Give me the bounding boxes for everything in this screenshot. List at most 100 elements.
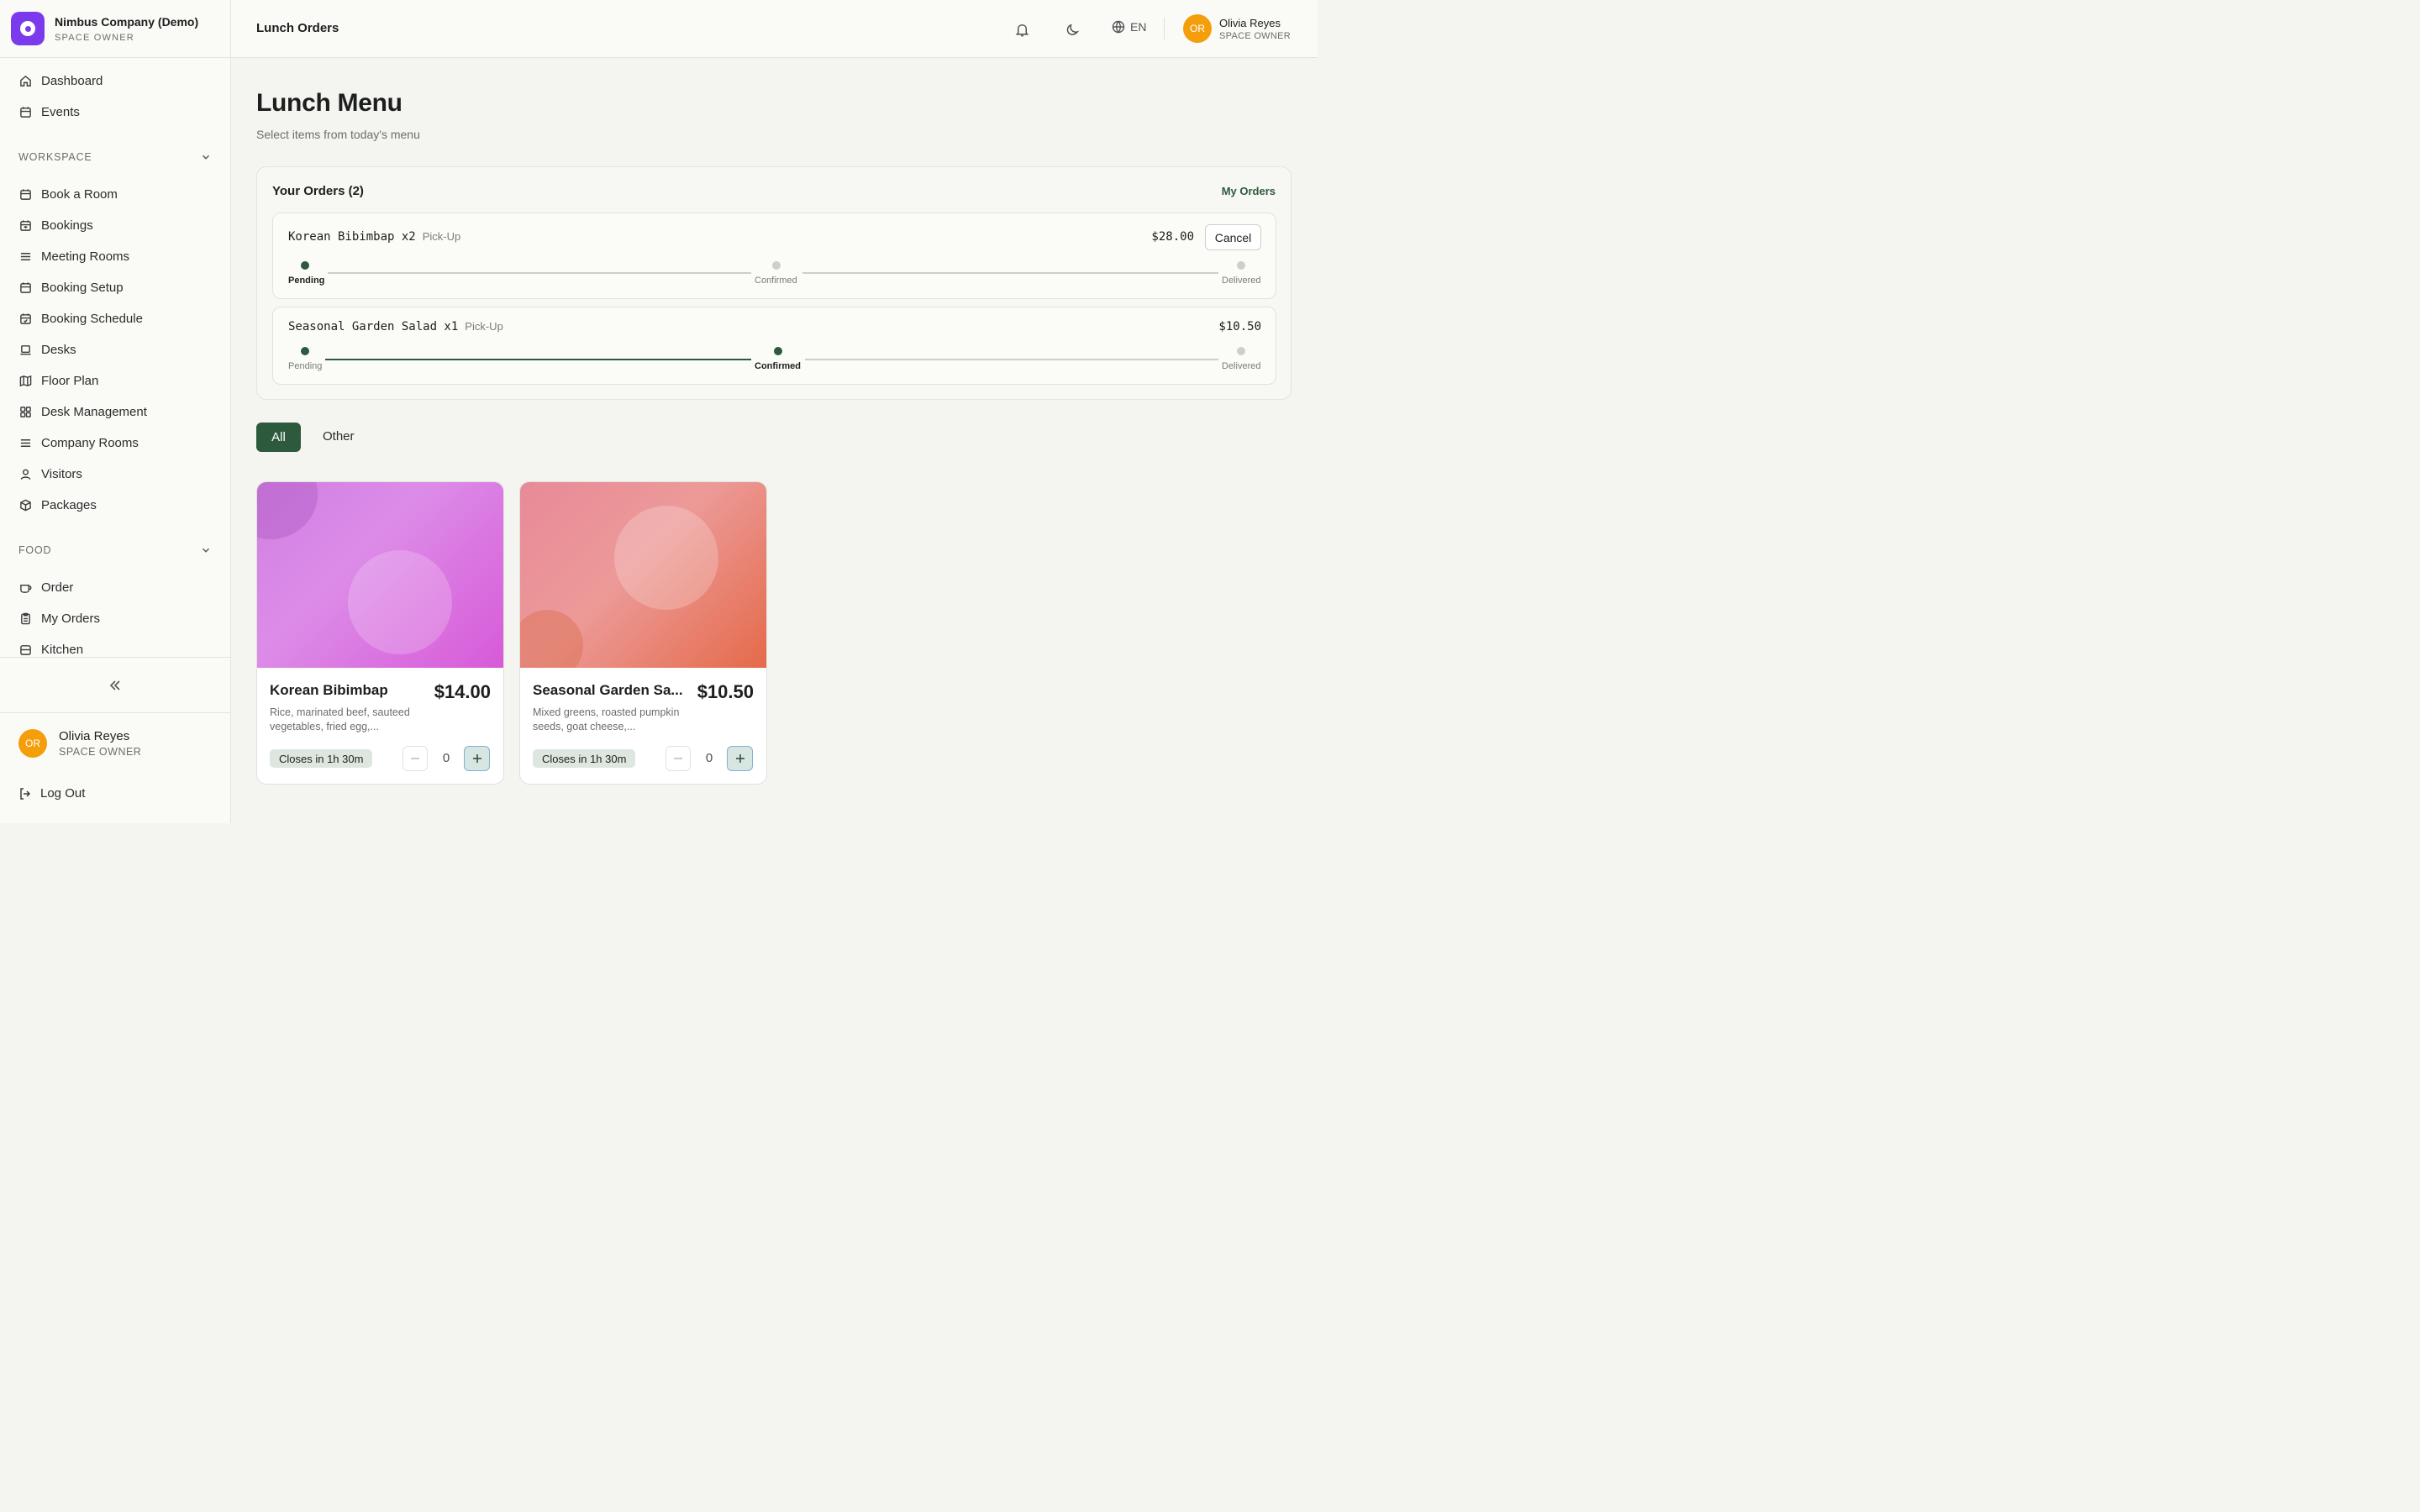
chevron-down-icon bbox=[203, 548, 209, 553]
cancel-order-button[interactable]: Cancel bbox=[1205, 224, 1261, 250]
sidebar: Nimbus Company (Demo) SPACE OWNER Dashbo… bbox=[0, 0, 231, 823]
sidebar-item-label: Bookings bbox=[41, 218, 93, 233]
sidebar-item-packages[interactable]: Packages bbox=[18, 495, 97, 515]
sidebar-item-dashboard[interactable]: Dashboard bbox=[18, 71, 103, 91]
sidebar-user[interactable]: OR Olivia Reyes SPACE OWNER bbox=[18, 729, 141, 758]
bell-icon[interactable] bbox=[1013, 20, 1031, 39]
menu-item-card[interactable]: Korean Bibimbap $14.00 Rice, marinated b… bbox=[256, 481, 504, 785]
your-orders-panel: Your Orders (2) My Orders Korean Bibimba… bbox=[256, 166, 1292, 400]
user-icon bbox=[18, 467, 32, 480]
sidebar-item-meeting-rooms[interactable]: Meeting Rooms bbox=[18, 246, 129, 266]
sidebar-item-visitors[interactable]: Visitors bbox=[18, 464, 82, 484]
sidebar-item-label: My Orders bbox=[41, 611, 101, 626]
sidebar-item-booking-setup[interactable]: Booking Setup bbox=[18, 277, 124, 297]
my-orders-link[interactable]: My Orders bbox=[1222, 185, 1276, 197]
closes-badge: Closes in 1h 30m bbox=[270, 749, 373, 768]
sidebar-item-company-rooms[interactable]: Company Rooms bbox=[18, 433, 139, 453]
sidebar-item-label: Dashboard bbox=[41, 73, 103, 88]
globe-icon bbox=[1112, 20, 1125, 34]
menu-item-price: $14.00 bbox=[434, 681, 491, 702]
sidebar-item-label: Booking Schedule bbox=[41, 311, 143, 326]
kitchen-icon bbox=[18, 643, 32, 656]
step-label-delivered: Delivered bbox=[1222, 361, 1261, 371]
grid-icon bbox=[18, 405, 32, 418]
menu-item-image bbox=[257, 482, 503, 668]
brand-role: SPACE OWNER bbox=[55, 32, 134, 43]
cup-icon bbox=[18, 580, 32, 594]
menu-item-price: $10.50 bbox=[697, 681, 754, 702]
logout-label: Log Out bbox=[40, 786, 86, 801]
logout-icon bbox=[20, 787, 31, 800]
user-role: SPACE OWNER bbox=[59, 746, 142, 758]
language-selector[interactable]: EN bbox=[1112, 20, 1146, 34]
sidebar-item-desks[interactable]: Desks bbox=[18, 339, 76, 360]
order-price: $28.00 bbox=[1151, 230, 1194, 244]
map-icon bbox=[18, 374, 32, 387]
collapse-sidebar-button[interactable] bbox=[0, 657, 230, 713]
filter-all-button[interactable]: All bbox=[256, 423, 301, 452]
sidebar-item-kitchen[interactable]: Kitchen bbox=[18, 639, 83, 657]
decrease-quantity-button[interactable] bbox=[402, 746, 428, 771]
minus-icon bbox=[674, 758, 682, 759]
sidebar-item-label: Desks bbox=[41, 342, 76, 357]
step-dot-pending bbox=[301, 347, 309, 355]
sidebar-nav: Dashboard Events WORKSPACE Book a Room B… bbox=[0, 58, 230, 657]
menu-item-card[interactable]: Seasonal Garden Sa... $10.50 Mixed green… bbox=[519, 481, 767, 785]
section-workspace-toggle[interactable]: WORKSPACE bbox=[18, 149, 212, 165]
order-item-name: Korean Bibimbap x2 bbox=[288, 230, 416, 244]
menu-item-description: Mixed greens, roasted pumpkin seeds, goa… bbox=[533, 706, 680, 732]
calendar-icon bbox=[18, 187, 32, 201]
sidebar-item-label: Events bbox=[41, 104, 80, 119]
sidebar-item-bookings[interactable]: Bookings bbox=[18, 215, 93, 235]
brand[interactable]: Nimbus Company (Demo) SPACE OWNER bbox=[0, 0, 230, 58]
sidebar-item-label: Floor Plan bbox=[41, 373, 99, 388]
sidebar-item-label: Book a Room bbox=[41, 186, 118, 202]
step-line bbox=[805, 359, 1218, 360]
header-divider bbox=[1164, 18, 1165, 39]
sidebar-item-booking-schedule[interactable]: Booking Schedule bbox=[18, 308, 143, 328]
filter-other-button[interactable]: Other bbox=[323, 429, 355, 444]
sidebar-item-my-orders[interactable]: My Orders bbox=[18, 608, 100, 628]
page-subtitle: Select items from today's menu bbox=[256, 128, 420, 141]
plus-icon bbox=[735, 754, 744, 763]
step-line bbox=[802, 272, 1218, 274]
order-item-name: Seasonal Garden Salad x1 bbox=[288, 320, 459, 333]
quantity-value: 0 bbox=[442, 751, 450, 765]
menu-icon bbox=[18, 249, 32, 263]
order-name: Seasonal Garden Salad x1 Pick-Up bbox=[288, 320, 503, 333]
menu-item-name: Korean Bibimbap bbox=[270, 682, 388, 698]
menu-icon bbox=[18, 436, 32, 449]
section-food-toggle[interactable]: FOOD bbox=[18, 542, 212, 559]
laptop-icon bbox=[18, 343, 32, 356]
menu-item-description: Rice, marinated beef, sauteed vegetables… bbox=[270, 706, 410, 732]
sidebar-item-events[interactable]: Events bbox=[18, 102, 80, 122]
brand-name: Nimbus Company (Demo) bbox=[55, 14, 199, 29]
step-dot-confirmed bbox=[774, 347, 782, 355]
sidebar-item-label: Order bbox=[41, 580, 74, 595]
sidebar-item-desk-management[interactable]: Desk Management bbox=[18, 402, 147, 422]
step-dot-delivered bbox=[1237, 347, 1245, 355]
increase-quantity-button[interactable] bbox=[464, 746, 490, 771]
step-label-pending: Pending bbox=[288, 361, 323, 371]
brand-logo-icon bbox=[11, 12, 45, 45]
step-dot-delivered bbox=[1237, 261, 1245, 270]
logout-button[interactable]: Log Out bbox=[18, 786, 85, 801]
moon-icon[interactable] bbox=[1063, 20, 1081, 39]
order-price: $10.50 bbox=[1218, 320, 1261, 333]
section-title: WORKSPACE bbox=[18, 151, 92, 163]
minus-icon bbox=[411, 758, 419, 759]
user-name: Olivia Reyes bbox=[1219, 16, 1281, 29]
sidebar-item-book-a-room[interactable]: Book a Room bbox=[18, 184, 118, 204]
step-label-delivered: Delivered bbox=[1222, 276, 1261, 286]
page-title: Lunch Menu bbox=[256, 89, 402, 117]
language-label: EN bbox=[1130, 20, 1147, 34]
order-type: Pick-Up bbox=[465, 320, 503, 333]
increase-quantity-button[interactable] bbox=[727, 746, 753, 771]
sidebar-item-floor-plan[interactable]: Floor Plan bbox=[18, 370, 98, 391]
header-user-menu[interactable]: OR Olivia Reyes SPACE OWNER bbox=[1183, 14, 1291, 43]
plus-icon bbox=[472, 754, 481, 763]
top-header: Lunch Orders EN OR Olivia Reyes SPACE OW… bbox=[231, 0, 1318, 58]
decrease-quantity-button[interactable] bbox=[666, 746, 691, 771]
chevron-down-icon bbox=[203, 155, 209, 160]
sidebar-item-order[interactable]: Order bbox=[18, 577, 73, 597]
